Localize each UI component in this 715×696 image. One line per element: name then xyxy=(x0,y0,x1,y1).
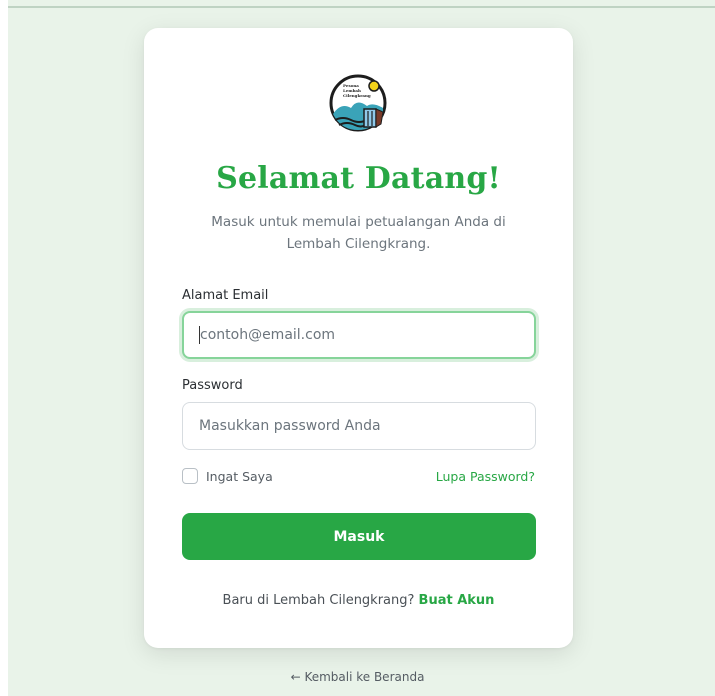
back-to-home-label: Kembali ke Beranda xyxy=(304,670,425,684)
signup-prompt-text: Baru di Lembah Cilengkrang? xyxy=(222,593,419,608)
create-account-link[interactable]: Buat Akun xyxy=(419,593,495,608)
top-divider xyxy=(8,6,715,8)
back-to-home-link[interactable]: ← Kembali ke Beranda xyxy=(0,670,715,684)
page-subtitle: Masuk untuk memulai petualangan Anda di … xyxy=(211,214,506,252)
site-logo: Pesona Lembah Cilengkrang xyxy=(327,72,389,134)
page-title: Selamat Datang! xyxy=(216,161,501,196)
password-label: Password xyxy=(182,378,243,393)
logo-text-line3: Cilengkrang xyxy=(343,93,371,98)
logo-emblem-icon xyxy=(329,74,387,132)
remember-me-control[interactable]: Ingat Saya xyxy=(182,468,273,484)
remember-me-label: Ingat Saya xyxy=(206,468,273,484)
remember-me-checkbox[interactable] xyxy=(182,468,198,484)
email-field[interactable] xyxy=(182,311,536,359)
login-button[interactable]: Masuk xyxy=(182,513,536,560)
password-field[interactable] xyxy=(182,402,536,450)
text-caret xyxy=(199,326,200,344)
signup-prompt: Baru di Lembah Cilengkrang? Buat Akun xyxy=(144,593,573,608)
forgot-password-link[interactable]: Lupa Password? xyxy=(436,469,535,484)
login-card: Pesona Lembah Cilengkrang Selamat Datang… xyxy=(144,28,573,648)
email-label: Alamat Email xyxy=(182,288,269,303)
window-edge xyxy=(0,0,8,696)
arrow-left-icon: ← xyxy=(290,670,305,684)
